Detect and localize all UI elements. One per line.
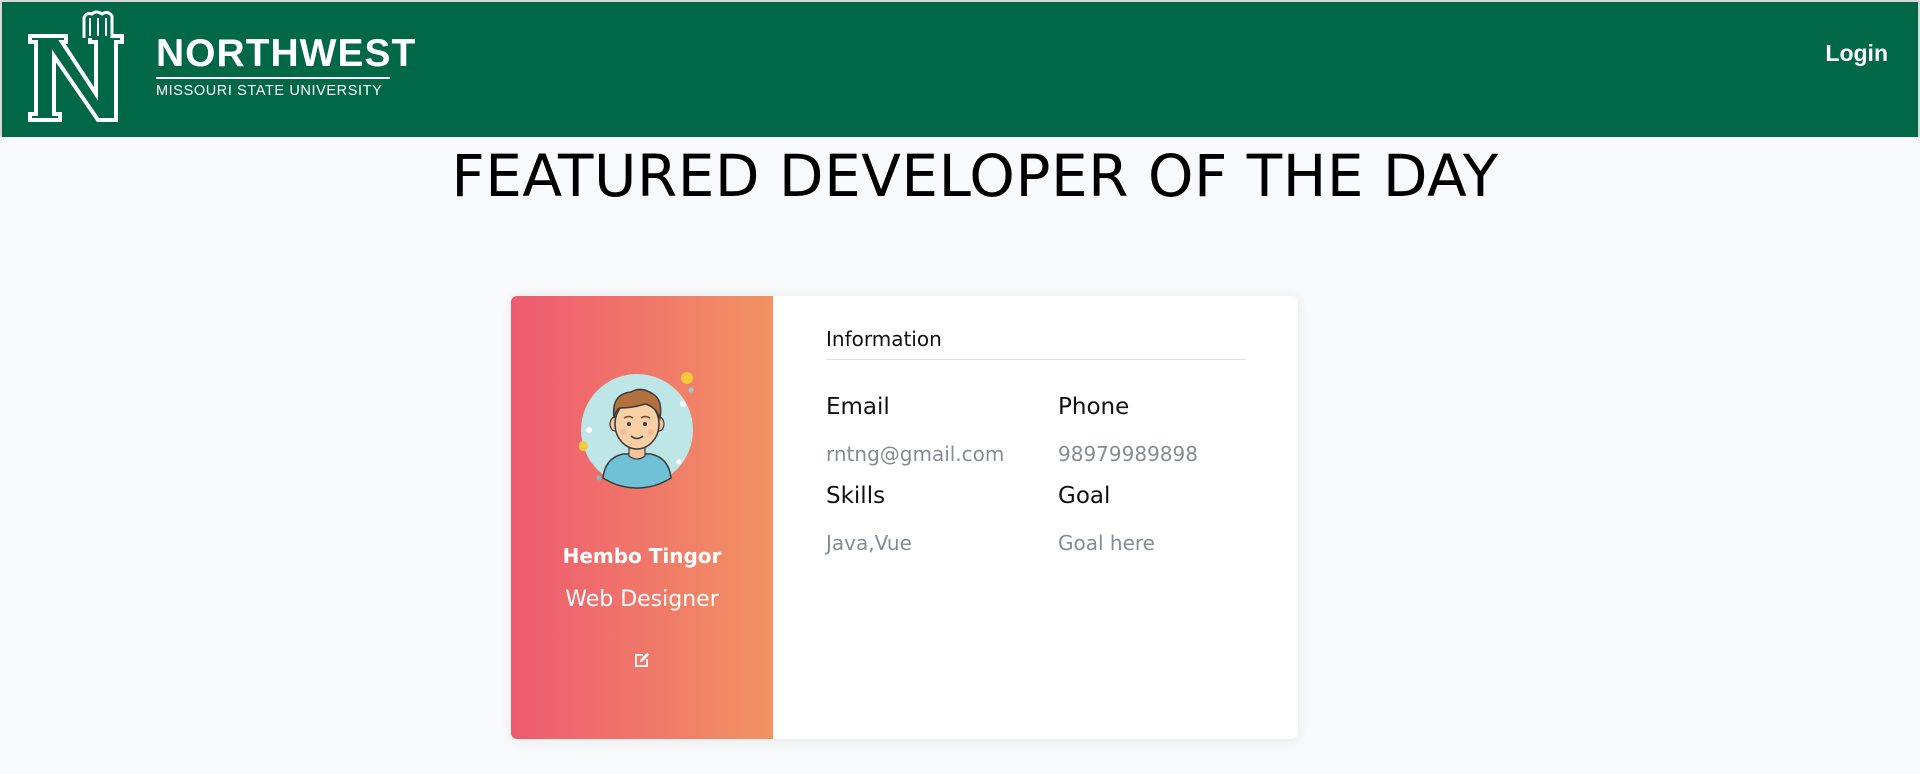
information-divider bbox=[826, 359, 1246, 360]
page-title: FEATURED DEVELOPER OF THE DAY bbox=[451, 142, 1499, 210]
skills-value: Java,Vue bbox=[826, 531, 912, 555]
northwest-n-logo-icon bbox=[28, 10, 124, 122]
phone-value: 98979989898 bbox=[1058, 442, 1198, 466]
goal-label: Goal bbox=[1058, 483, 1111, 509]
edit-icon[interactable] bbox=[632, 650, 652, 670]
email-label: Email bbox=[826, 394, 890, 420]
login-link[interactable]: Login bbox=[1825, 40, 1888, 67]
developer-profile-card: Hembo Tingor Web Designer Information Em… bbox=[511, 296, 1298, 739]
avatar bbox=[579, 372, 694, 489]
information-heading: Information bbox=[826, 327, 942, 351]
brand-text: NORTHWEST MISSOURI STATE UNIVERSITY bbox=[156, 34, 416, 100]
email-value: rntng@gmail.com bbox=[826, 442, 1005, 466]
brand-name: NORTHWEST bbox=[156, 32, 417, 75]
goal-value: Goal here bbox=[1058, 531, 1155, 555]
brand-logo[interactable]: NORTHWEST MISSOURI STATE UNIVERSITY bbox=[26, 8, 416, 126]
navbar: NORTHWEST MISSOURI STATE UNIVERSITY Logi… bbox=[0, 0, 1920, 137]
phone-label: Phone bbox=[1058, 394, 1130, 420]
developer-name: Hembo Tingor bbox=[562, 544, 722, 568]
skills-label: Skills bbox=[826, 483, 886, 509]
brand-divider bbox=[156, 77, 390, 79]
profile-information: Information Email rntng@gmail.com Phone … bbox=[773, 296, 1298, 739]
brand-subtitle: MISSOURI STATE UNIVERSITY bbox=[156, 83, 383, 99]
developer-role: Web Designer bbox=[565, 587, 719, 612]
profile-sidebar: Hembo Tingor Web Designer bbox=[511, 296, 773, 739]
title-container: FEATURED DEVELOPER OF THE DAY bbox=[0, 140, 1920, 212]
